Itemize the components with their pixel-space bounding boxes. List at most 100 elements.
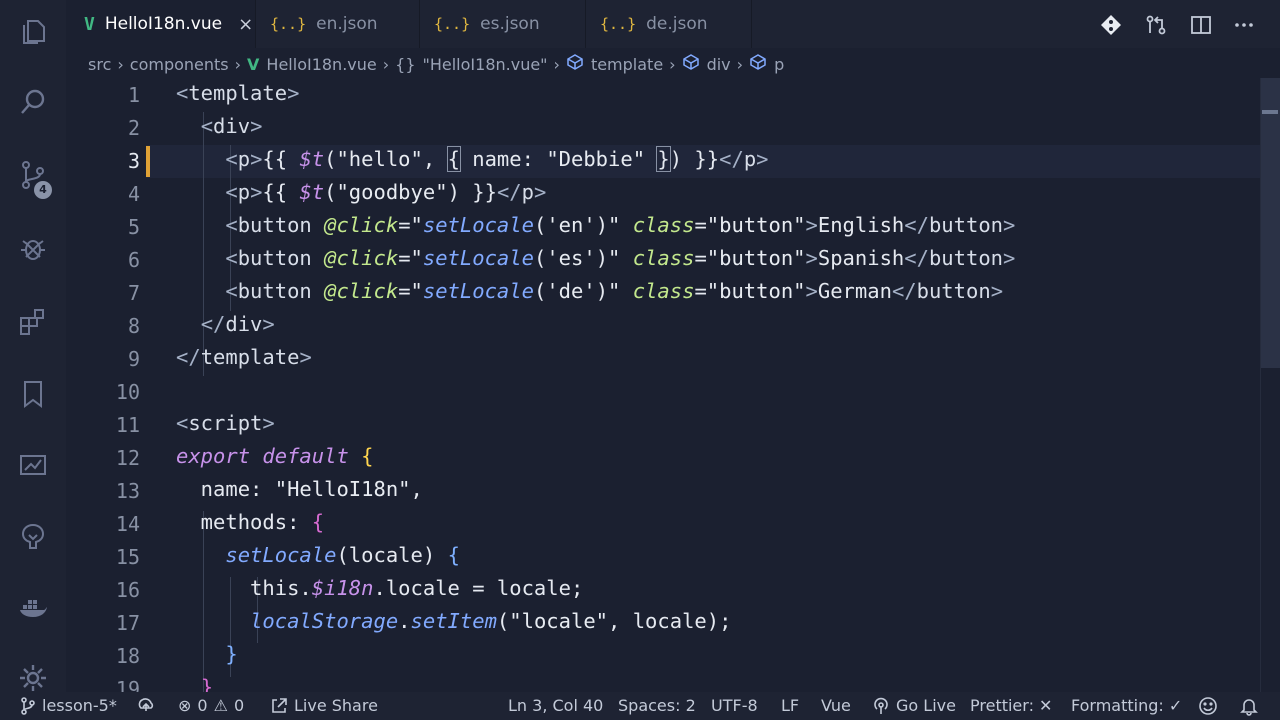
tab-es-json[interactable]: {..} es.json: [420, 0, 586, 48]
problems-indicator[interactable]: ⊗ 0 ⚠ 0: [178, 696, 244, 715]
tab-label: en.json: [316, 14, 378, 34]
line-number: 10: [115, 380, 140, 404]
tab-de-json[interactable]: {..} de.json: [586, 0, 752, 48]
source-control-badge: 4: [34, 181, 52, 199]
tab-en-json[interactable]: {..} en.json: [256, 0, 420, 48]
prettier-status[interactable]: Prettier: ✕: [970, 696, 1052, 715]
eol-setting[interactable]: LF: [781, 696, 799, 715]
error-icon: ⊗: [178, 696, 192, 715]
scrollbar-cursor-marker: [1262, 110, 1278, 114]
extensions-icon[interactable]: [13, 302, 53, 342]
go-live-button[interactable]: Go Live: [872, 696, 956, 715]
encoding-setting[interactable]: UTF-8: [711, 696, 758, 715]
line-number: 7: [127, 281, 140, 305]
breadcrumb: src › components › V HelloI18n.vue › {} …: [88, 52, 784, 76]
more-actions-icon[interactable]: [1231, 12, 1257, 38]
tab-helloi18n-vue[interactable]: V HelloI18n.vue ×: [66, 0, 256, 48]
debug-icon[interactable]: [13, 228, 53, 268]
code-line: <script>: [176, 411, 275, 435]
line-number: 19: [115, 677, 140, 692]
chevron-right-icon: ›: [382, 54, 390, 74]
line-number: 3: [127, 149, 140, 173]
tab-label: de.json: [646, 14, 708, 34]
code-line: export default {: [176, 444, 374, 468]
branch-indicator[interactable]: lesson-5*: [20, 696, 117, 715]
line-number: 5: [127, 215, 140, 239]
explorer-icon[interactable]: [13, 12, 53, 52]
breadcrumb-components[interactable]: components: [130, 55, 229, 74]
docker-icon[interactable]: [13, 588, 53, 628]
live-share-icon: [272, 697, 287, 713]
json-file-icon: {..}: [600, 15, 637, 33]
tab-label: es.json: [480, 14, 540, 34]
line-number: 18: [115, 644, 140, 668]
code-line: <button @click="setLocale('es')" class="…: [225, 246, 1016, 270]
status-bar: lesson-5* ⊗ 0 ⚠ 0 Live Share Ln 3, Col 4…: [0, 692, 1280, 720]
line-number: 8: [127, 314, 140, 338]
vue-file-icon: V: [247, 54, 260, 74]
chevron-right-icon: ›: [736, 54, 744, 74]
code-line: </template>: [176, 345, 312, 369]
code-line: <button @click="setLocale('de')" class="…: [225, 279, 1004, 303]
scrollbar-thumb[interactable]: [1261, 78, 1280, 368]
breadcrumb-div[interactable]: div: [707, 55, 731, 74]
line-number: 17: [115, 611, 140, 635]
line-number: 2: [127, 116, 140, 140]
notifications-bell-icon[interactable]: [1239, 696, 1259, 716]
cube-icon: [566, 54, 584, 74]
tab-label: HelloI18n.vue: [104, 14, 223, 34]
line-number: 11: [115, 413, 140, 437]
chevron-right-icon: ›: [234, 54, 242, 74]
feedback-icon[interactable]: [1198, 696, 1218, 716]
cube-icon: [749, 54, 767, 74]
code-line: }: [200, 675, 214, 692]
warning-count: 0: [233, 696, 245, 715]
code-line: setLocale(locale) {: [225, 543, 460, 567]
activity-bar: 4: [0, 0, 66, 692]
json-file-icon: {..}: [434, 15, 471, 33]
open-changes-icon[interactable]: [1143, 12, 1169, 38]
line-number: 6: [127, 248, 140, 272]
remote-explorer-icon[interactable]: [13, 445, 53, 485]
breadcrumb-src[interactable]: src: [88, 55, 111, 74]
indentation-setting[interactable]: Spaces: 2: [618, 696, 696, 715]
breadcrumb-object[interactable]: "HelloI18n.vue": [423, 55, 548, 74]
breadcrumb-p[interactable]: p: [774, 55, 784, 74]
code-line: <button @click="setLocale('en')" class="…: [225, 213, 1016, 237]
cursor-position[interactable]: Ln 3, Col 40: [508, 696, 603, 715]
live-share-button[interactable]: Live Share: [270, 696, 378, 715]
chevron-right-icon: ›: [553, 54, 560, 74]
live-share-label: Live Share: [294, 696, 378, 715]
sync-icon[interactable]: [137, 696, 155, 714]
close-icon[interactable]: ×: [238, 14, 253, 35]
code-line: methods: {: [176, 510, 325, 534]
line-number: 1: [127, 83, 140, 107]
line-number: 14: [115, 512, 140, 536]
chevron-right-icon: ›: [117, 54, 124, 74]
language-mode[interactable]: Vue: [821, 696, 851, 715]
branch-name: lesson-5*: [42, 696, 117, 715]
line-number: 12: [115, 446, 140, 470]
go-live-label: Go Live: [896, 696, 956, 715]
code-editor[interactable]: 1 2 3 4 5 6 7 8 9 10 11 12 13 14 15 16 17 18 19 <template>…: [66, 78, 1260, 692]
git-compare-icon[interactable]: [1098, 12, 1124, 38]
code-line: <p>{{ $t("goodbye") }}</p>: [225, 180, 547, 204]
code-line: name: "HelloI18n",: [176, 477, 423, 501]
cube-icon: [682, 54, 700, 74]
json-file-icon: {..}: [270, 15, 307, 33]
formatting-status[interactable]: Formatting: ✓: [1071, 696, 1182, 715]
error-count: 0: [197, 696, 208, 715]
git-branch-icon: [21, 696, 35, 715]
bookmark-icon[interactable]: [13, 374, 53, 414]
line-number: 4: [127, 182, 140, 206]
search-icon[interactable]: [13, 82, 53, 122]
breadcrumb-file[interactable]: HelloI18n.vue: [266, 55, 376, 74]
live-share-icon[interactable]: [13, 516, 53, 556]
chevron-right-icon: ›: [669, 54, 676, 74]
breadcrumb-template[interactable]: template: [591, 55, 663, 74]
vue-file-icon: V: [84, 13, 95, 35]
split-editor-icon[interactable]: [1188, 12, 1214, 38]
broadcast-icon: [874, 697, 888, 714]
line-number: 13: [115, 479, 140, 503]
editor-tabs: V HelloI18n.vue × {..} en.json {..} es.j…: [66, 0, 1280, 48]
